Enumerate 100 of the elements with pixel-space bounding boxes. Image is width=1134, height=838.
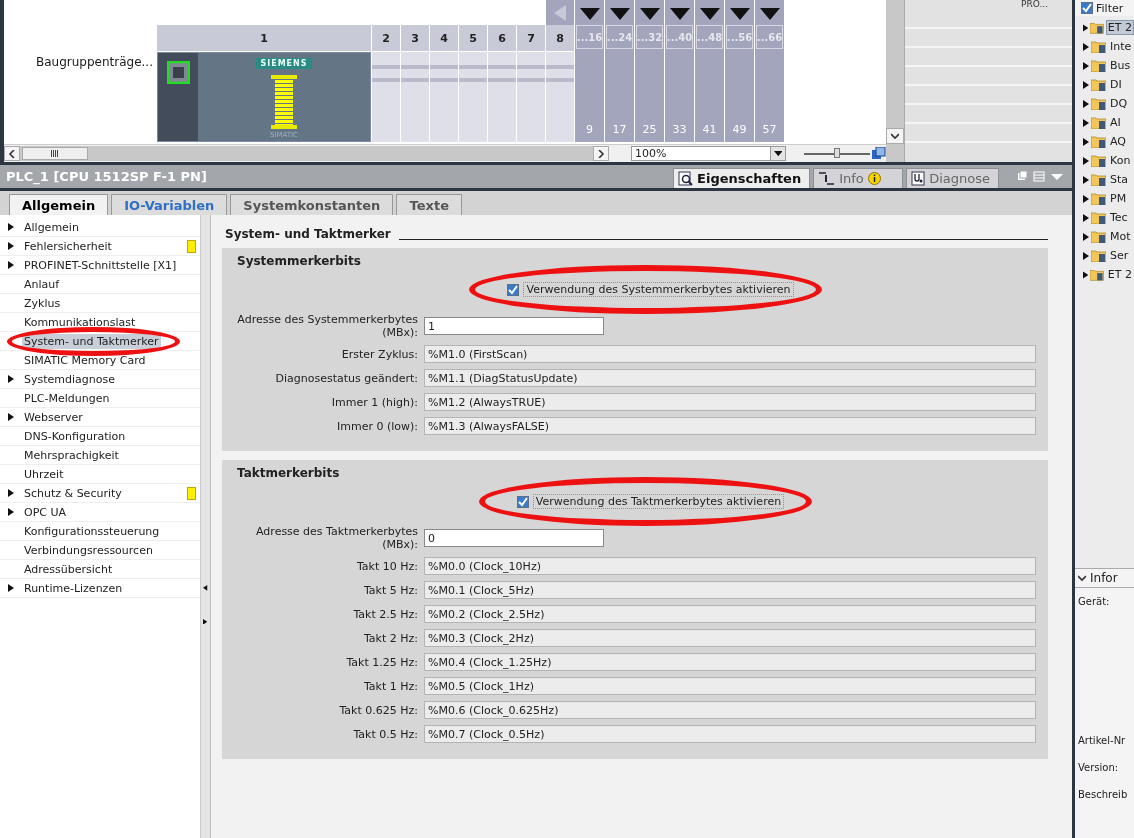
right-triangle-icon — [1083, 118, 1089, 127]
down-triangle-icon — [669, 8, 690, 20]
field-label: Adresse des Systemmerkerbytes (MBx): — [237, 313, 419, 339]
catalog-item[interactable]: Inte — [1075, 37, 1134, 56]
folder-icon — [1091, 211, 1106, 224]
info-label: Version: — [1078, 762, 1120, 773]
folder-icon — [1091, 78, 1106, 91]
down-chevron-icon — [891, 132, 900, 140]
table-cell: PRO... — [1021, 0, 1048, 10]
nav-item[interactable]: PLC-Meldungen — [0, 389, 200, 408]
right-triangle-icon — [1083, 156, 1089, 165]
catalog-item[interactable]: DI — [1075, 75, 1134, 94]
overview-icon[interactable] — [872, 147, 887, 160]
folder-icon — [1091, 135, 1106, 148]
slot-header[interactable]: 8 — [546, 25, 574, 51]
catalog-item[interactable]: PM — [1075, 189, 1134, 208]
right-triangle-icon — [1083, 99, 1089, 108]
nav-item[interactable]: Konfigurationssteuerung — [0, 522, 200, 541]
zoom-dropdown[interactable]: 100% — [631, 146, 786, 161]
tab[interactable]: Allgemein — [9, 194, 109, 215]
nav-item[interactable]: Mehrsprachigkeit — [0, 446, 200, 465]
catalog-item[interactable]: AQ — [1075, 132, 1134, 151]
nav-item[interactable]: Anlauf — [0, 275, 200, 294]
folder-icon — [1091, 154, 1106, 167]
down-triangle-icon — [729, 8, 750, 20]
right-triangle-icon — [8, 261, 14, 269]
right-triangle-icon — [8, 508, 14, 516]
right-chevron-icon — [597, 149, 605, 158]
group-title: Taktmerkerbits — [237, 466, 341, 480]
right-triangle-icon — [8, 223, 14, 231]
checkbox-label[interactable]: Verwendung des Taktmerkerbytes aktivieren — [532, 494, 785, 509]
readonly-field: %M0.6 (Clock_0.625Hz) — [424, 701, 1036, 719]
led-strip-drawing — [271, 75, 297, 129]
nav-item[interactable]: Adressübersicht — [0, 560, 200, 579]
nav-item[interactable]: SIMATIC Memory Card — [0, 351, 200, 370]
checkbox-label[interactable]: Verwendung des Systemmerkerbytes aktivieren — [523, 282, 794, 297]
catalog-item[interactable]: Sta — [1075, 170, 1134, 189]
tab[interactable]: Systemkonstanten — [230, 194, 394, 215]
field-label: Takt 1.25 Hz: — [345, 655, 419, 669]
warning-flag-icon — [187, 486, 196, 500]
readonly-field: %M1.2 (AlwaysTRUE) — [424, 393, 1036, 411]
readonly-field: %M1.3 (AlwaysFALSE) — [424, 417, 1036, 435]
nav-item[interactable]: Schutz & Security — [0, 484, 200, 503]
ethernet-port-icon — [166, 61, 190, 84]
nav-item[interactable]: Systemdiagnose — [0, 370, 200, 389]
nav-item[interactable]: PROFINET-Schnittstelle [X1] — [0, 256, 200, 275]
right-triangle-icon — [1083, 61, 1089, 70]
right-triangle-icon — [8, 584, 14, 592]
checkbox[interactable] — [1081, 2, 1093, 14]
nav-item[interactable]: Verbindungsressourcen — [0, 541, 200, 560]
catalog-item[interactable]: Ser — [1075, 246, 1134, 265]
slot-header[interactable]: 5 — [459, 25, 487, 51]
left-chevron-icon — [8, 149, 16, 158]
folder-icon — [1091, 40, 1106, 53]
nav-item[interactable]: OPC UA — [0, 503, 200, 522]
nav-item[interactable]: Uhrzeit — [0, 465, 200, 484]
catalog-item[interactable]: ET 2 — [1075, 265, 1134, 284]
input-field[interactable]: 1 — [424, 317, 604, 335]
right-triangle-icon — [1083, 42, 1089, 51]
readonly-field: %M0.1 (Clock_5Hz) — [424, 581, 1036, 599]
window-icons[interactable] — [1016, 171, 1066, 183]
view-tab[interactable]: Info — [813, 168, 904, 188]
slot-header[interactable]: 4 — [430, 25, 458, 51]
slot-header[interactable]: 1 — [157, 25, 371, 51]
view-tab[interactable]: Eigenschaften — [673, 168, 811, 188]
nav-item[interactable]: Kommunikationslast — [0, 313, 200, 332]
catalog-item[interactable]: Tec — [1075, 208, 1134, 227]
slot-header[interactable]: 6 — [488, 25, 516, 51]
catalog-item[interactable]: Bus — [1075, 56, 1134, 75]
checkbox[interactable] — [516, 495, 529, 508]
nav-item[interactable]: Zyklus — [0, 294, 200, 313]
catalog-item[interactable]: ET 2 — [1075, 18, 1134, 37]
vertical-scrollbar[interactable] — [886, 0, 905, 162]
input-field[interactable]: 0 — [424, 529, 604, 547]
slot-header[interactable]: 3 — [401, 25, 429, 51]
readonly-field: %M0.3 (Clock_2Hz) — [424, 629, 1036, 647]
readonly-field: %M1.1 (DiagStatusUpdate) — [424, 369, 1036, 387]
nav-item[interactable]: Allgemein — [0, 218, 200, 237]
catalog-item[interactable]: Mot — [1075, 227, 1134, 246]
tab[interactable]: Texte — [396, 194, 463, 215]
folder-icon — [1091, 249, 1106, 262]
slot-header[interactable]: 7 — [517, 25, 545, 51]
nav-item[interactable]: Webserver — [0, 408, 200, 427]
nav-item[interactable]: Fehlersicherheit — [0, 237, 200, 256]
nav-item[interactable]: DNS-Konfiguration — [0, 427, 200, 446]
info-header[interactable]: Infor — [1075, 568, 1134, 588]
slot-header[interactable]: 2 — [372, 25, 400, 51]
slider-thumb[interactable] — [834, 147, 840, 158]
horizontal-scrollbar[interactable] — [4, 146, 609, 161]
slot-number: 41 — [702, 123, 717, 136]
tab[interactable]: IO-Variablen — [111, 194, 228, 215]
nav-item[interactable]: Runtime-Lizenzen — [0, 579, 200, 598]
down-triangle-icon — [639, 8, 660, 20]
view-tab[interactable]: Diagnose — [906, 168, 999, 188]
catalog-item[interactable]: AI — [1075, 113, 1134, 132]
checkbox[interactable] — [507, 283, 520, 296]
catalog-item[interactable]: Kon — [1075, 151, 1134, 170]
info-label: Artikel-Nr — [1078, 735, 1127, 746]
catalog-item[interactable]: DQ — [1075, 94, 1134, 113]
down-triangle-icon — [609, 8, 630, 20]
